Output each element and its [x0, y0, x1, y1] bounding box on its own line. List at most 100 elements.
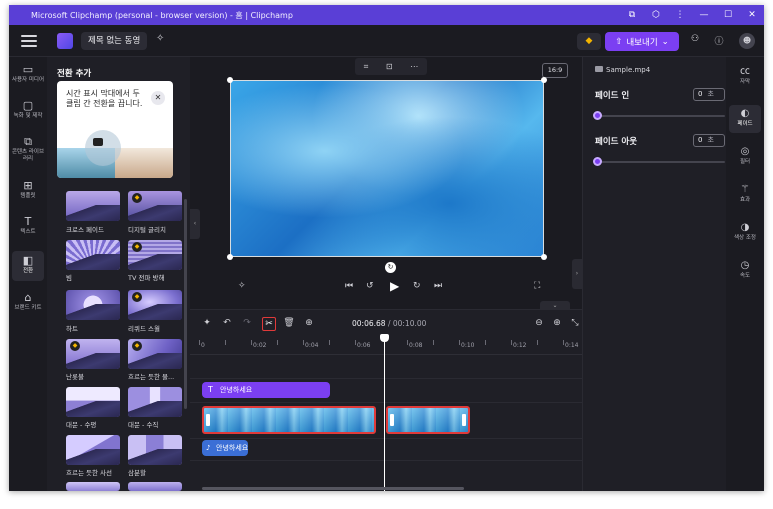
rail-item-color-adjust[interactable]: ◑ 색상 조정: [726, 221, 764, 247]
app-window: Microsoft Clipchamp (personal - browser …: [9, 5, 764, 491]
rail-item-filters[interactable]: ◎ 필터: [726, 145, 764, 171]
text-clip[interactable]: T 안녕하세요: [202, 382, 330, 398]
help-icon[interactable]: ⓘ: [711, 34, 727, 48]
video-clip[interactable]: [386, 406, 470, 434]
magic-title-icon[interactable]: ✧: [156, 33, 164, 44]
menu-icon[interactable]: [21, 33, 37, 49]
transition-thumb[interactable]: ◆: [66, 339, 120, 369]
rail-item-library[interactable]: ⧉ 콘텐츠 라이브러리: [9, 135, 47, 169]
resize-handle[interactable]: [541, 77, 547, 83]
rewind-5-icon[interactable]: ↺: [366, 281, 374, 291]
transition-thumb[interactable]: [66, 482, 120, 491]
premium-gem-icon: ◆: [70, 341, 80, 351]
fade-out-slider-knob[interactable]: [593, 157, 602, 166]
clip-trim-handle[interactable]: [390, 414, 394, 426]
transition-thumb[interactable]: [66, 290, 120, 320]
playhead[interactable]: [384, 337, 385, 491]
transition-thumb[interactable]: ◆: [128, 290, 182, 320]
minimize-icon[interactable]: —: [692, 5, 716, 25]
transition-thumb[interactable]: [66, 387, 120, 417]
skip-forward-icon[interactable]: ⏭: [434, 281, 442, 291]
fullscreen-icon[interactable]: ⛶: [534, 281, 540, 291]
fade-out-input[interactable]: 0초: [693, 134, 725, 147]
video-clip[interactable]: [202, 406, 376, 434]
panel-scrollbar[interactable]: [184, 199, 187, 409]
transition-thumb[interactable]: [128, 435, 182, 465]
transition-thumb[interactable]: ◆: [128, 191, 182, 221]
crop-icon[interactable]: ⌗: [364, 62, 369, 72]
fade-in-slider[interactable]: [597, 115, 725, 117]
rail-item-media[interactable]: ▭ 사용자 미디어: [9, 63, 47, 93]
text-icon: T: [24, 215, 32, 228]
zoom-in-icon[interactable]: ⊕: [550, 318, 564, 328]
fit-icon[interactable]: ⊡: [386, 62, 393, 71]
rail-item-text[interactable]: T 텍스트: [9, 215, 47, 241]
transition-thumb[interactable]: [66, 435, 120, 465]
add-media-icon[interactable]: ⊕: [302, 318, 316, 328]
forward-5-icon[interactable]: ↻: [413, 281, 421, 291]
redo-icon[interactable]: ↷: [240, 318, 254, 328]
video-preview[interactable]: [230, 80, 544, 257]
fade-in-input[interactable]: 0초: [693, 88, 725, 101]
close-icon[interactable]: ✕: [740, 5, 764, 25]
transition-thumb[interactable]: [128, 387, 182, 417]
timeline-scrollbar[interactable]: [202, 487, 464, 490]
avatar[interactable]: ☻: [739, 33, 755, 49]
speed-icon: ◷: [740, 260, 750, 271]
extension-icon[interactable]: ⬡: [644, 5, 668, 25]
restore-icon[interactable]: ⧉: [620, 5, 644, 25]
magic-icon[interactable]: ✦: [200, 318, 214, 328]
transition-thumb[interactable]: [66, 191, 120, 221]
clip-trim-handle[interactable]: [462, 414, 466, 426]
transition-thumb[interactable]: [66, 240, 120, 270]
close-icon[interactable]: ✕: [151, 91, 165, 105]
project-title[interactable]: 제목 없는 동영: [81, 32, 148, 50]
transition-label: 대문 - 수평: [66, 421, 97, 429]
transition-thumb[interactable]: [128, 482, 182, 491]
rail-item-templates[interactable]: ⊞ 템플릿: [9, 179, 47, 205]
skip-back-icon[interactable]: ⏮: [345, 281, 353, 291]
title-bar: Microsoft Clipchamp (personal - browser …: [9, 5, 764, 25]
more-icon[interactable]: ⋮: [668, 5, 692, 25]
rail-item-speed[interactable]: ◷ 속도: [726, 259, 764, 285]
chevron-down-icon: ⌄: [661, 36, 669, 47]
play-icon[interactable]: ▶: [390, 279, 399, 293]
tick-label: 0:02: [253, 342, 267, 349]
rail-item-captions[interactable]: ㏄ 자막: [726, 65, 764, 91]
total-time: / 00:10.00: [387, 319, 427, 328]
rail-item-transitions[interactable]: ◧ 전환: [12, 251, 44, 281]
premium-gem-icon[interactable]: ◆: [577, 33, 601, 50]
rail-item-fade[interactable]: ◐ 페이드: [729, 105, 761, 133]
fade-in-slider-knob[interactable]: [593, 111, 602, 120]
aspect-ratio-button[interactable]: 16:9: [542, 63, 568, 78]
fade-out-slider[interactable]: [597, 161, 725, 163]
resize-handle[interactable]: [541, 254, 547, 260]
split-icon[interactable]: ✂: [262, 317, 276, 331]
fit-timeline-icon[interactable]: ⤡: [568, 318, 582, 328]
magic-icon[interactable]: ✧: [238, 281, 246, 291]
collapse-left-icon[interactable]: ‹: [190, 209, 200, 239]
transition-thumb[interactable]: ◆: [128, 240, 182, 270]
rail-item-effects[interactable]: ⚚ 효과: [726, 183, 764, 209]
rail-item-record[interactable]: ▢ 녹화 및 제작: [9, 99, 47, 127]
filters-icon: ◎: [740, 146, 750, 157]
transition-label: 하트: [66, 325, 78, 333]
transition-thumb[interactable]: ◆: [128, 339, 182, 369]
export-button[interactable]: ⇧ 내보내기 ⌄: [605, 32, 679, 51]
resize-handle[interactable]: [227, 77, 233, 83]
transition-icon: ◧: [22, 254, 34, 267]
rail-item-brand-kit[interactable]: ⌂ 브랜드 키트: [9, 291, 47, 317]
playhead-handle[interactable]: [380, 334, 389, 342]
zoom-out-icon[interactable]: ⊖: [532, 318, 546, 328]
panel-title: 전환 추가: [57, 69, 92, 79]
clip-trim-handle[interactable]: [206, 414, 210, 426]
delete-icon[interactable]: 🗑: [282, 318, 296, 328]
audio-clip[interactable]: ♪ 안녕하세요: [202, 440, 248, 456]
resize-handle[interactable]: [227, 254, 233, 260]
rotate-icon[interactable]: ↻: [385, 262, 396, 273]
more-icon[interactable]: ⋯: [410, 62, 418, 71]
share-icon[interactable]: ⚇: [687, 34, 703, 48]
tick-mark: [277, 340, 278, 345]
undo-icon[interactable]: ↶: [220, 318, 234, 328]
maximize-icon[interactable]: ☐: [716, 5, 740, 25]
